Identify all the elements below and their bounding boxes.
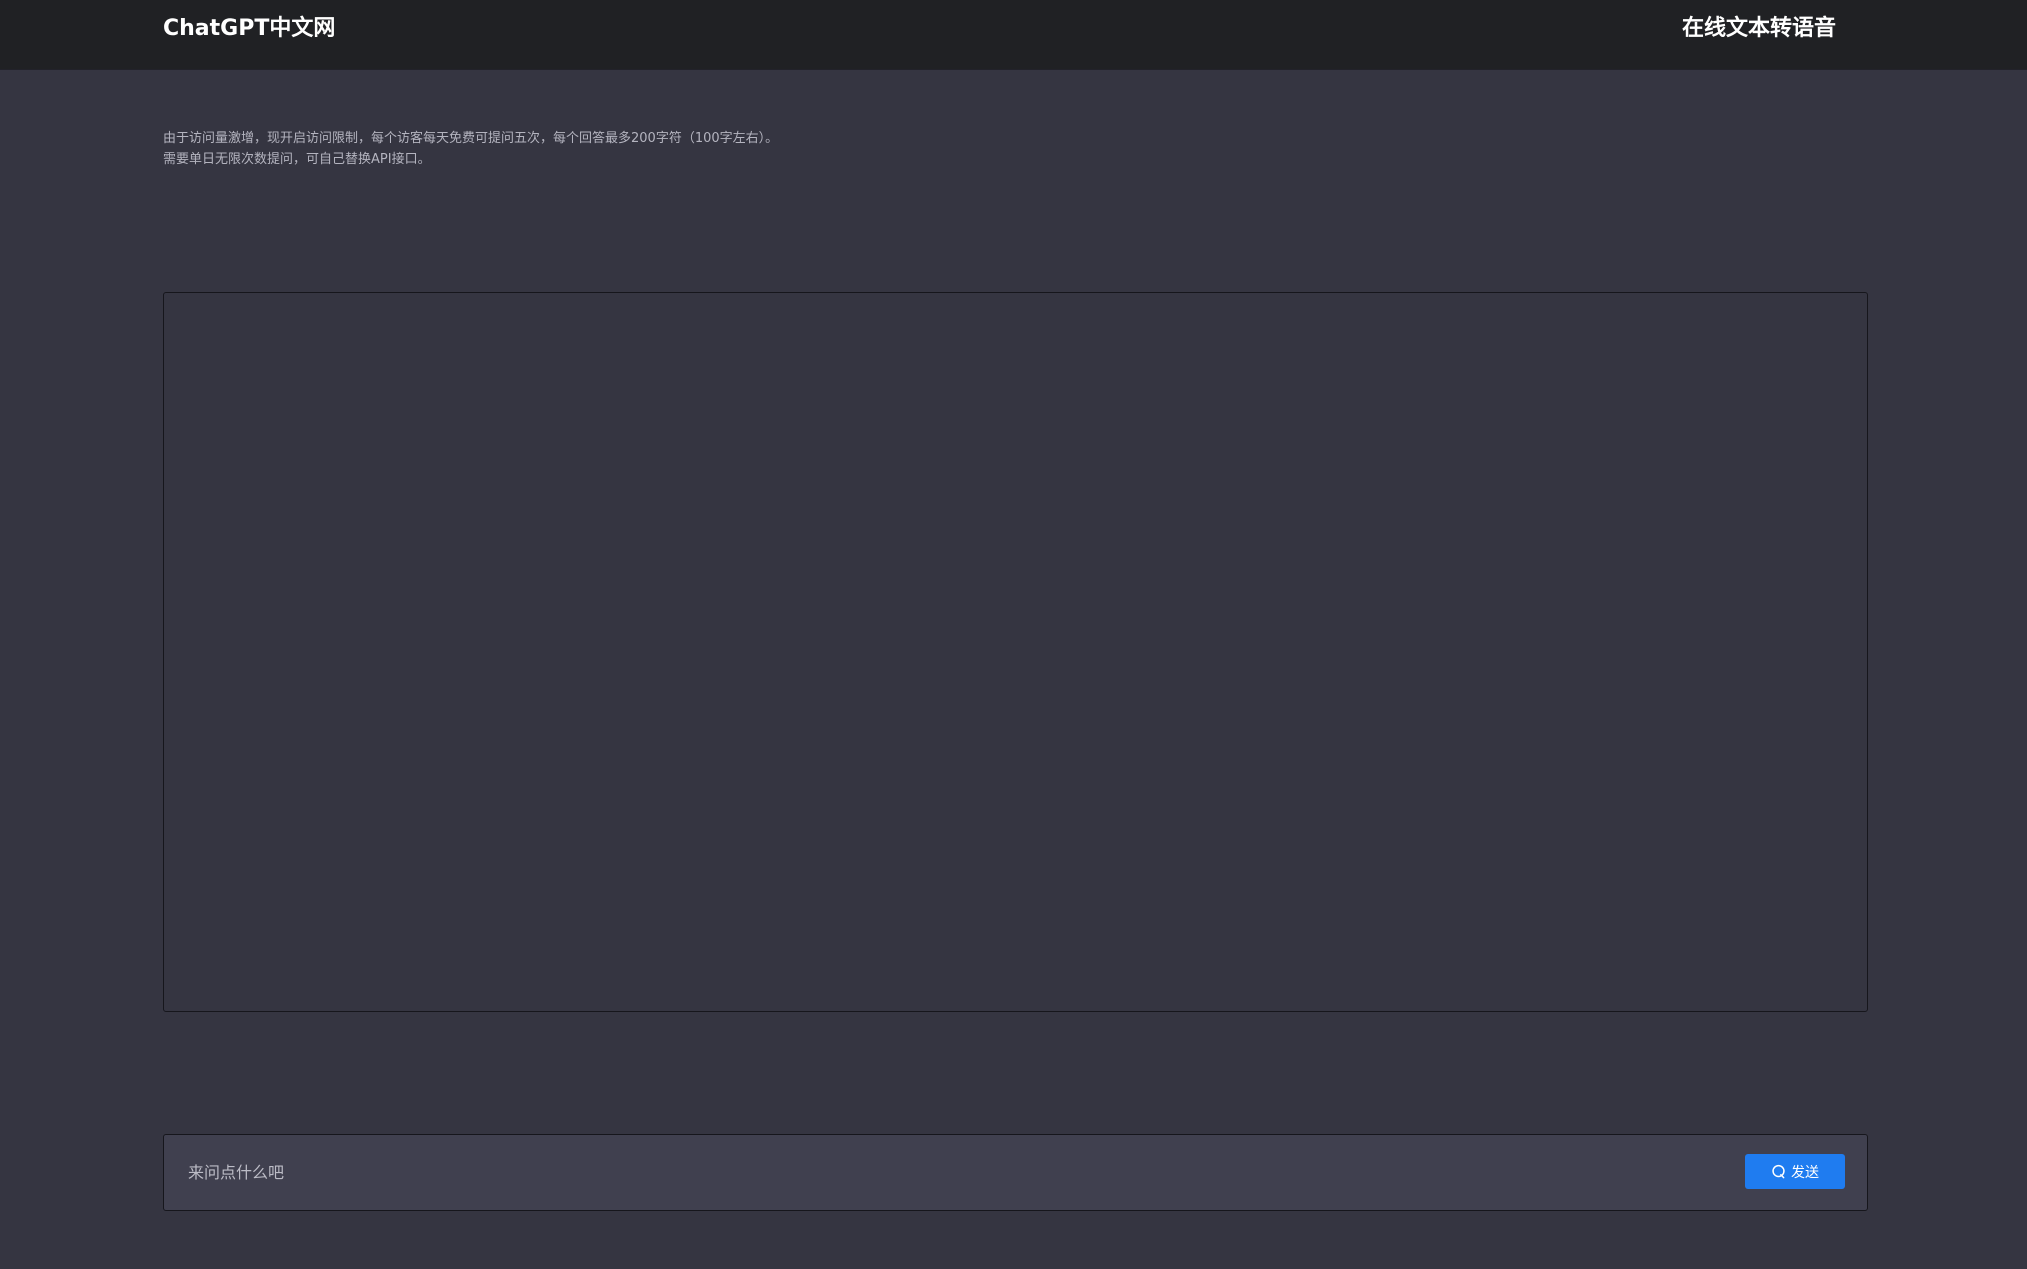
- usage-notice: 由于访问量激增，现开启访问限制，每个访客每天免费可提问五次，每个回答最多200字…: [163, 128, 778, 170]
- top-navbar: ChatGPT中文网 在线文本转语音: [0, 0, 2027, 69]
- brand-logo-link[interactable]: ChatGPT中文网: [163, 14, 335, 44]
- question-input[interactable]: [188, 1135, 1688, 1210]
- chat-messages-area[interactable]: [163, 292, 1868, 1012]
- input-bar: 发送: [163, 1134, 1868, 1211]
- chat-bubble-icon: [1771, 1164, 1786, 1179]
- send-button[interactable]: 发送: [1745, 1154, 1845, 1189]
- notice-line-1: 由于访问量激增，现开启访问限制，每个访客每天免费可提问五次，每个回答最多200字…: [163, 131, 779, 146]
- notice-line-2: 需要单日无限次数提问，可自己替换API接口。: [163, 152, 431, 167]
- text-to-speech-link[interactable]: 在线文本转语音: [1682, 14, 1836, 44]
- send-button-label: 发送: [1791, 1164, 1819, 1181]
